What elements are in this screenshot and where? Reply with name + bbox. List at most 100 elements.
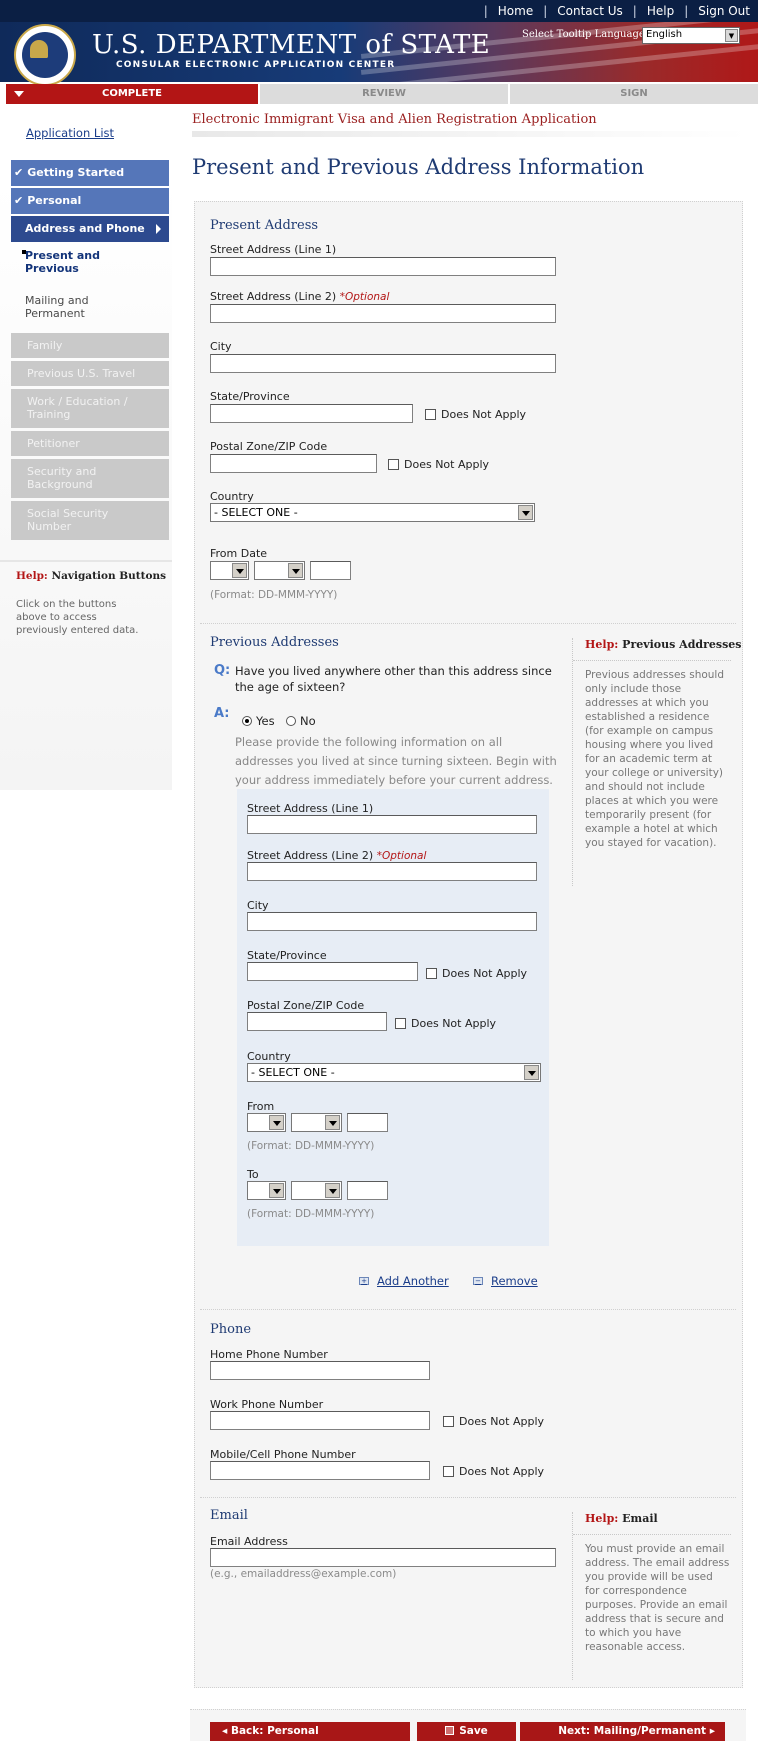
prev-street2-label: Street Address (Line 2) *Optional	[247, 849, 426, 862]
add-icon: +	[359, 1277, 369, 1285]
work-phone-input[interactable]	[210, 1411, 430, 1430]
previous-addresses-heading: Previous Addresses	[210, 635, 339, 650]
tooltip-language-select[interactable]: English ▼	[642, 27, 740, 44]
radio-selected-icon	[242, 716, 252, 726]
email-heading: Email	[210, 1508, 248, 1523]
mobile-phone-does-not-apply-checkbox[interactable]: Does Not Apply	[443, 1465, 544, 1478]
sign-out-link[interactable]: Sign Out	[698, 4, 750, 18]
sidebar-subitem-present-and-previous[interactable]: Present and Previous	[11, 249, 169, 275]
sidebar-item-label: Work / Education / Training	[27, 395, 128, 421]
add-another-link[interactable]: + Add Another	[359, 1274, 449, 1288]
next-button[interactable]: Next: Mailing/Permanent ▸	[520, 1722, 725, 1741]
prev-state-does-not-apply-checkbox[interactable]: Does Not Apply	[426, 967, 527, 980]
save-button[interactable]: Save	[417, 1722, 516, 1741]
sidebar-item-label: Social Security Number	[27, 507, 109, 533]
home-phone-label: Home Phone Number	[210, 1348, 328, 1361]
home-phone-input[interactable]	[210, 1361, 430, 1380]
country-label: Country	[210, 490, 254, 503]
back-button[interactable]: ◂ Back: Personal	[210, 1722, 410, 1741]
street1-input[interactable]	[210, 257, 556, 276]
state-does-not-apply-checkbox[interactable]: Does Not Apply	[425, 408, 526, 421]
state-input[interactable]	[210, 404, 413, 423]
chevron-down-icon: ▼	[725, 29, 738, 42]
top-links: | Home | Contact Us | Help | Sign Out	[474, 4, 750, 18]
prev-country-label: Country	[247, 1050, 291, 1063]
prev-street1-input[interactable]	[247, 815, 537, 834]
country-select[interactable]: - SELECT ONE -	[210, 503, 535, 522]
application-title: Electronic Immigrant Visa and Alien Regi…	[192, 112, 597, 127]
prev-from-year-input[interactable]	[347, 1113, 388, 1132]
chevron-down-icon	[288, 563, 303, 578]
checkbox-box	[443, 1466, 454, 1477]
from-year-input[interactable]	[310, 561, 351, 580]
street2-label-text: Street Address (Line 2)	[210, 290, 337, 303]
checkbox-label: Does Not Apply	[441, 408, 527, 421]
prev-street2-input[interactable]	[247, 862, 537, 881]
sidebar-item-label: Security and Background	[27, 465, 97, 491]
postal-label: Postal Zone/ZIP Code	[210, 440, 328, 453]
street2-input[interactable]	[210, 304, 556, 323]
prev-country-select[interactable]: - SELECT ONE -	[247, 1063, 541, 1082]
from-date-label: From Date	[210, 547, 268, 560]
tab-review: REVIEW	[258, 84, 508, 104]
prev-to-month-select[interactable]	[291, 1181, 342, 1200]
from-month-select[interactable]	[254, 561, 305, 580]
help-text: Previous addresses should only include t…	[585, 669, 725, 849]
prev-city-label: City	[247, 899, 269, 912]
sidebar-item-getting-started[interactable]: ✔ Getting Started	[11, 160, 169, 186]
from-day-select[interactable]	[210, 561, 249, 580]
tab-complete[interactable]: COMPLETE	[6, 84, 258, 104]
save-button-label: Save	[459, 1725, 488, 1737]
country-select-value: - SELECT ONE -	[214, 506, 298, 519]
contact-us-link[interactable]: Contact Us	[557, 4, 623, 18]
work-phone-label: Work Phone Number	[210, 1398, 324, 1411]
link-separator: |	[543, 4, 548, 18]
remove-label: Remove	[491, 1274, 538, 1288]
prev-from-month-select[interactable]	[291, 1113, 342, 1132]
postal-input[interactable]	[210, 454, 377, 473]
prev-to-day-select[interactable]	[247, 1181, 286, 1200]
work-phone-does-not-apply-checkbox[interactable]: Does Not Apply	[443, 1415, 544, 1428]
home-link[interactable]: Home	[498, 4, 533, 18]
back-arrow-icon: ◂	[222, 1725, 228, 1737]
prev-state-label: State/Province	[247, 949, 327, 962]
no-radio[interactable]: No	[286, 714, 316, 728]
sidebar-subitem-mailing-and-permanent[interactable]: Mailing and Permanent	[11, 294, 169, 320]
sidebar-item-personal[interactable]: ✔ Personal	[11, 188, 169, 214]
help-text: You must provide an email address. The e…	[585, 1543, 730, 1653]
date-format-hint: (Format: DD-MMM-YYYY)	[247, 1140, 375, 1152]
postal-does-not-apply-checkbox[interactable]: Does Not Apply	[388, 458, 489, 471]
mobile-phone-input[interactable]	[210, 1461, 430, 1480]
remove-icon: −	[473, 1277, 483, 1285]
previous-addresses-help: Help: Previous Addresses Previous addres…	[572, 638, 741, 886]
chevron-down-icon	[524, 1065, 539, 1080]
sidebar-item-label: Address and Phone	[25, 222, 145, 235]
chevron-right-icon	[156, 224, 161, 234]
answer-marker: A:	[214, 706, 230, 721]
yes-label: Yes	[256, 714, 275, 728]
next-button-label: Next: Mailing/Permanent	[558, 1725, 707, 1737]
help-link[interactable]: Help	[647, 4, 674, 18]
section-divider	[200, 623, 736, 624]
sidebar-item-address-and-phone[interactable]: Address and Phone	[11, 216, 169, 242]
help-title-text: Previous Addresses	[622, 638, 742, 651]
checkbox-box	[426, 968, 437, 979]
checkbox-label: Does Not Apply	[459, 1415, 545, 1428]
prev-postal-input[interactable]	[247, 1012, 387, 1031]
prev-state-input[interactable]	[247, 962, 418, 981]
question-marker: Q:	[214, 663, 231, 678]
page-title: Present and Previous Address Information	[192, 155, 645, 179]
prev-postal-label: Postal Zone/ZIP Code	[247, 999, 365, 1012]
prev-city-input[interactable]	[247, 912, 537, 931]
sidebar-item-label: Personal	[27, 194, 82, 207]
date-format-hint: (Format: DD-MMM-YYYY)	[210, 589, 338, 601]
prev-to-year-input[interactable]	[347, 1181, 388, 1200]
prev-from-day-select[interactable]	[247, 1113, 286, 1132]
city-input[interactable]	[210, 354, 556, 373]
email-input[interactable]	[210, 1548, 556, 1567]
yes-radio[interactable]: Yes	[242, 714, 275, 728]
prev-postal-does-not-apply-checkbox[interactable]: Does Not Apply	[395, 1017, 496, 1030]
application-list-link[interactable]: Application List	[26, 126, 114, 140]
remove-link[interactable]: − Remove	[473, 1274, 538, 1288]
sidebar: Application List ✔ Getting Started ✔ Perso…	[0, 110, 172, 790]
